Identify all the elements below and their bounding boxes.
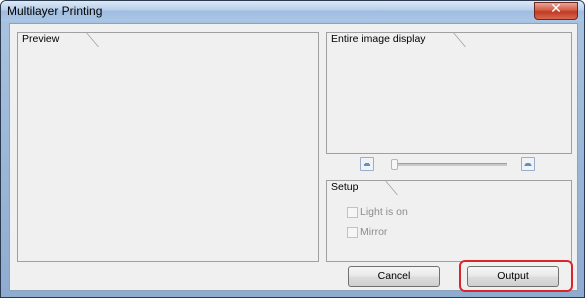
entire-image-label: Entire image display xyxy=(331,33,426,45)
preview-tab: Preview xyxy=(17,32,90,46)
entire-image-tab: Entire image display xyxy=(326,32,456,46)
light-is-on-label: Light is on xyxy=(360,206,408,218)
dialog-client-area: Preview Entire image display Setup Light… xyxy=(9,23,578,292)
mirror-box[interactable] xyxy=(347,227,358,238)
close-button[interactable]: ✕ xyxy=(534,1,578,20)
entire-image-panel: Entire image display xyxy=(326,32,572,154)
close-icon: ✕ xyxy=(550,1,562,17)
zoom-out-icon xyxy=(364,163,370,166)
dialog-window: Multilayer Printing ✕ Preview Entire ima… xyxy=(0,0,585,298)
output-button[interactable]: Output xyxy=(467,266,559,287)
title-bar[interactable]: Multilayer Printing ✕ xyxy=(1,1,584,21)
setup-panel: Setup Light is on Mirror xyxy=(326,180,572,262)
preview-label: Preview xyxy=(22,33,60,45)
zoom-in-button[interactable] xyxy=(521,157,535,171)
window-title: Multilayer Printing xyxy=(7,4,103,18)
setup-label: Setup xyxy=(331,181,359,193)
zoom-out-button[interactable] xyxy=(360,157,374,171)
light-is-on-box[interactable] xyxy=(347,207,358,218)
zoom-in-icon xyxy=(524,163,532,166)
cancel-button[interactable]: Cancel xyxy=(348,266,440,287)
mirror-label: Mirror xyxy=(360,226,388,238)
preview-panel: Preview xyxy=(17,32,319,262)
zoom-slider-track[interactable] xyxy=(392,163,507,166)
zoom-slider-thumb[interactable] xyxy=(391,159,398,170)
setup-tab: Setup xyxy=(326,180,389,194)
